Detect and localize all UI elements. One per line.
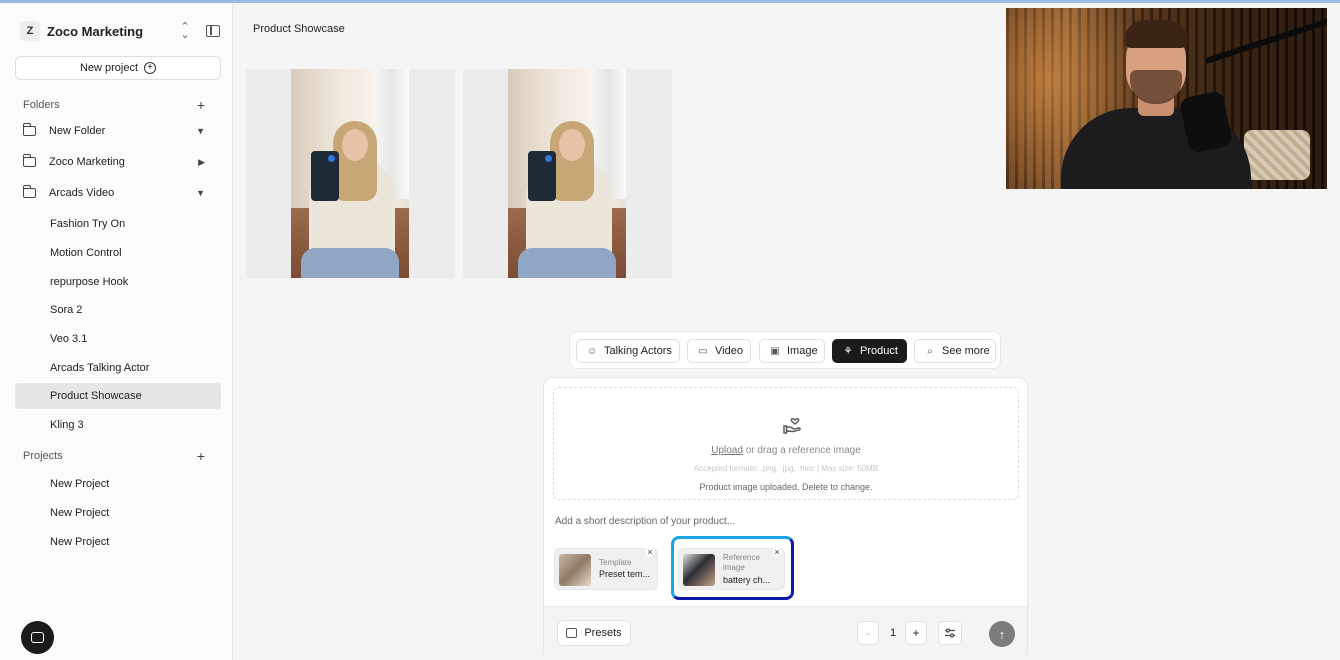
folders-label: Folders <box>23 99 60 111</box>
tab-image[interactable]: ▣ Image <box>759 339 825 363</box>
new-project-button[interactable]: New project + <box>15 56 221 80</box>
folder-icon <box>22 185 36 198</box>
tab-label: Talking Actors <box>604 345 672 357</box>
sidebar: Z Zoco Marketing ⌃ ⌄ New project + Folder… <box>0 3 233 660</box>
video-preview-image <box>291 69 409 278</box>
presets-button[interactable]: Presets <box>557 620 631 646</box>
clapperboard-icon: ▭ <box>698 345 708 357</box>
settings-sliders-button[interactable] <box>938 621 962 645</box>
search-icon: ⌕ <box>927 345 933 357</box>
upload-text: or drag a reference image <box>742 445 861 456</box>
chevron-up-down-icon[interactable]: ⌃ ⌄ <box>176 22 194 41</box>
sidebar-project-item[interactable]: New Project <box>50 504 220 522</box>
tab-see-more[interactable]: ⌕ See more <box>914 339 996 363</box>
product-description-input[interactable] <box>555 513 1015 529</box>
folder-label: Arcads Video <box>49 187 115 199</box>
plus-circle-icon: + <box>144 62 157 74</box>
quantity-value: 1 <box>889 627 897 639</box>
folder-new-folder[interactable]: New Folder ▼ <box>22 121 205 141</box>
support-chat-button[interactable] <box>21 621 54 654</box>
sidebar-item-repurpose-hook[interactable]: repurpose Hook <box>50 273 220 291</box>
sidebar-item-kling-3[interactable]: Kling 3 <box>50 416 220 434</box>
upload-instruction: Upload or drag a reference image <box>554 445 1018 456</box>
increment-button[interactable]: + <box>905 621 927 645</box>
reference-image-dropzone[interactable]: Upload or drag a reference image Accepte… <box>553 387 1019 500</box>
workspace-badge: Z <box>20 21 40 41</box>
folders-header: Folders + <box>23 97 205 113</box>
add-folder-icon[interactable]: + <box>197 97 205 113</box>
composer-toolbar: Presets - 1 + ↑ <box>544 606 1027 655</box>
projects-header: Projects + <box>23 448 205 464</box>
sidebar-item-arcads-talking-actor[interactable]: Arcads Talking Actor <box>50 359 220 377</box>
folder-label: New Folder <box>49 125 106 137</box>
workspace-name: Zoco Marketing <box>47 23 144 39</box>
close-icon[interactable]: × <box>645 547 655 557</box>
folder-icon <box>22 123 36 136</box>
arrow-up-icon: ↑ <box>998 626 1006 642</box>
template-thumbnail <box>559 554 591 586</box>
folder-arcads-video[interactable]: Arcads Video ▼ <box>22 183 205 203</box>
mode-tab-bar: ☺ Talking Actors ▭ Video ▣ Image ⚘ Produ… <box>569 331 1001 369</box>
chat-icon <box>31 632 44 643</box>
product-hand-icon <box>783 418 801 434</box>
image-icon: ▣ <box>770 345 780 357</box>
smile-icon: ☺ <box>586 345 598 357</box>
sidebar-item-sora-2[interactable]: Sora 2 <box>50 301 220 319</box>
tab-label: Video <box>715 345 743 357</box>
folder-icon <box>22 154 36 167</box>
caret-down-icon[interactable]: ▼ <box>196 126 205 136</box>
folder-label: Zoco Marketing <box>49 156 125 168</box>
tab-label: Image <box>787 345 818 357</box>
page-title: Product Showcase <box>253 23 345 35</box>
product-composer: Upload or drag a reference image Accepte… <box>543 377 1028 655</box>
send-button[interactable]: ↑ <box>989 621 1015 647</box>
add-project-icon[interactable]: + <box>197 448 205 464</box>
tab-product[interactable]: ⚘ Product <box>832 339 907 363</box>
chip-value: battery ch... <box>723 575 771 585</box>
presets-icon <box>566 628 578 638</box>
generated-video-thumbnail[interactable] <box>463 69 672 278</box>
webcam-overlay <box>1006 8 1327 189</box>
workspace-switcher[interactable]: Z Zoco Marketing ⌃ ⌄ <box>20 20 220 42</box>
tab-label: Product <box>860 345 898 357</box>
chip-kind: Reference image <box>723 553 760 572</box>
reference-thumbnail <box>683 554 715 586</box>
sidebar-item-fashion-try-on[interactable]: Fashion Try On <box>50 215 220 233</box>
chip-kind: Template <box>599 558 632 567</box>
caret-down-icon[interactable]: ▼ <box>196 188 205 198</box>
projects-label: Projects <box>23 450 63 462</box>
sidebar-item-product-showcase[interactable]: Product Showcase <box>15 383 221 409</box>
sidebar-toggle-icon[interactable] <box>206 25 220 37</box>
tab-label: See more <box>942 345 990 357</box>
caret-right-icon[interactable]: ▶ <box>198 157 205 168</box>
folder-zoco-marketing[interactable]: Zoco Marketing ▶ <box>22 152 205 172</box>
sidebar-project-item[interactable]: New Project <box>50 475 220 493</box>
new-project-label: New project <box>79 62 139 74</box>
template-chip[interactable]: Template Preset tem... × <box>554 547 658 590</box>
close-icon[interactable]: × <box>772 547 782 557</box>
sidebar-item-veo-3-1[interactable]: Veo 3.1 <box>50 330 220 348</box>
sidebar-project-item[interactable]: New Project <box>50 533 220 551</box>
sliders-icon <box>945 628 955 638</box>
sidebar-item-motion-control[interactable]: Motion Control <box>50 244 220 262</box>
product-hand-icon: ⚘ <box>843 345 853 357</box>
accepted-formats-text: Accepted formats: .png, .jpg, .heic | Ma… <box>693 464 879 473</box>
chip-value: Preset tem... <box>599 569 651 579</box>
upload-status-text: Product image uploaded. Delete to change… <box>699 482 873 492</box>
tab-video[interactable]: ▭ Video <box>687 339 751 363</box>
video-preview-image <box>508 69 626 278</box>
generated-video-thumbnail[interactable] <box>246 69 455 278</box>
upload-link[interactable]: Upload <box>711 445 743 456</box>
presets-label: Presets <box>584 627 622 639</box>
reference-image-chip[interactable]: Reference image battery ch... × <box>678 547 785 590</box>
decrement-button[interactable]: - <box>857 621 879 645</box>
tab-talking-actors[interactable]: ☺ Talking Actors <box>576 339 680 363</box>
